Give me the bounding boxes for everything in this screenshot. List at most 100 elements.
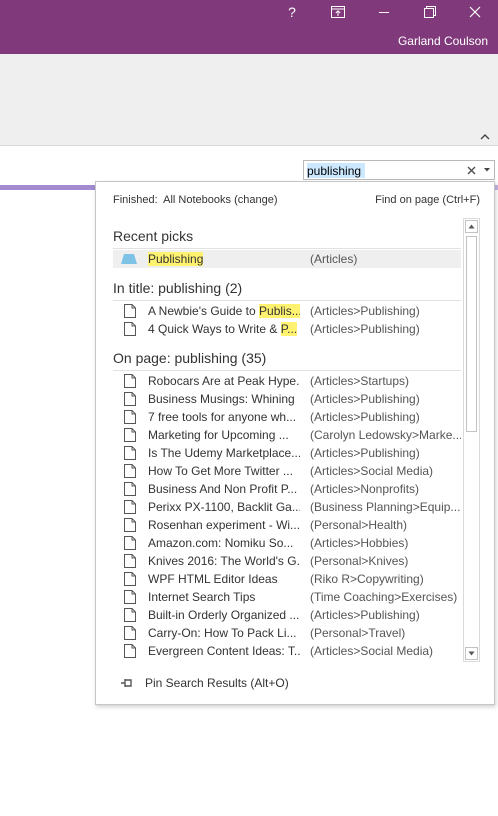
list-item[interactable]: Built-in Orderly Organized ... (Articles>… <box>113 606 461 624</box>
chevron-up-icon <box>468 224 475 229</box>
pin-search-results-button[interactable]: Pin Search Results (Alt+O) <box>120 676 289 690</box>
search-hit-highlight: P... <box>280 322 298 336</box>
result-title: 7 free tools for anyone wh... <box>148 410 297 424</box>
page-icon <box>124 428 136 442</box>
result-title: 4 Quick Ways to Write & P... <box>148 322 300 336</box>
scope-change-link[interactable]: All Notebooks (change) <box>163 194 277 206</box>
result-location: (Time Coaching>Exercises) <box>310 590 458 604</box>
section-icon <box>121 254 137 264</box>
chevron-up-icon <box>480 134 490 140</box>
result-title: Publishing <box>148 252 204 266</box>
minimize-icon <box>379 12 389 13</box>
list-item[interactable]: How To Get More Twitter ... (Articles>Soc… <box>113 462 461 480</box>
find-on-page-link[interactable]: Find on page (Ctrl+F) <box>375 194 480 206</box>
divider <box>113 248 461 249</box>
list-item[interactable]: Rosenhan experiment - Wi... (Personal>Hea… <box>113 516 461 534</box>
list-item[interactable]: A Newbie's Guide to Publis... (Articles>P… <box>113 302 461 320</box>
result-title: A Newbie's Guide to Publis... <box>148 304 300 318</box>
search-input[interactable] <box>307 163 467 178</box>
recent-picks-heading: Recent picks <box>113 228 194 244</box>
ribbon <box>0 54 498 146</box>
list-item[interactable]: Is The Udemy Marketplace... (Articles>Pub… <box>113 444 461 462</box>
result-title: Evergreen Content Ideas: T... <box>148 644 300 658</box>
list-item[interactable]: WPF HTML Editor Ideas (Riko R>Copywriting… <box>113 570 461 588</box>
page-icon <box>124 572 136 586</box>
in-title-heading: In title: publishing (2) <box>113 280 243 296</box>
result-location: (Articles>Publishing) <box>310 304 420 318</box>
minimize-button[interactable] <box>361 0 407 24</box>
list-item[interactable]: Carry-On: How To Pack Li... (Personal>Tra… <box>113 624 461 642</box>
result-title: How To Get More Twitter ... <box>148 464 293 478</box>
chevron-down-icon <box>468 651 475 656</box>
list-item[interactable]: Business Musings: Whining (Articles>Publi… <box>113 390 461 408</box>
search-box[interactable] <box>303 160 495 180</box>
list-item[interactable]: Marketing for Upcoming ... (Carolyn Ledow… <box>113 426 461 444</box>
result-location: (Articles>Social Media) <box>310 464 434 478</box>
result-title-text: 4 Quick Ways to Write & <box>148 322 281 336</box>
page-icon <box>124 410 136 424</box>
search-results-panel: Finished: All Notebooks (change) Find on… <box>95 181 495 705</box>
divider <box>113 370 461 371</box>
result-location: (Articles>Nonprofits) <box>310 482 420 496</box>
page-icon <box>124 626 136 640</box>
title-bar: ? Garland Coulson <box>0 0 498 54</box>
clear-search-button[interactable] <box>465 164 477 176</box>
page-icon <box>124 518 136 532</box>
list-item[interactable]: Robocars Are at Peak Hype... (Articles>St… <box>113 372 461 390</box>
page-icon <box>124 464 136 478</box>
list-item[interactable]: Evergreen Content Ideas: T... (Articles>S… <box>113 642 461 660</box>
scroll-down-button[interactable] <box>465 647 478 660</box>
result-title: Marketing for Upcoming ... <box>148 428 289 442</box>
result-location: (Articles>Publishing) <box>310 608 420 622</box>
list-item[interactable]: Amazon.com: Nomiku So... (Articles>Hobbie… <box>113 534 461 552</box>
result-title: Internet Search Tips <box>148 590 256 604</box>
close-icon <box>469 6 481 18</box>
result-title: Business And Non Profit P... <box>148 482 298 496</box>
restore-button[interactable] <box>407 0 453 24</box>
page-icon <box>124 554 136 568</box>
result-title: WPF HTML Editor Ideas <box>148 572 278 586</box>
page-icon <box>124 322 136 336</box>
user-name[interactable]: Garland Coulson <box>398 34 488 48</box>
page-icon <box>124 590 136 604</box>
result-location: (Personal>Knives) <box>310 554 409 568</box>
scrollbar-thumb[interactable] <box>466 236 477 432</box>
chevron-down-icon[interactable] <box>483 167 491 173</box>
result-title: Built-in Orderly Organized ... <box>148 608 300 622</box>
result-title: Robocars Are at Peak Hype... <box>148 374 300 388</box>
results-scrollbar[interactable] <box>463 218 480 662</box>
result-location: (Personal>Travel) <box>310 626 406 640</box>
search-hit-highlight: Publis... <box>259 304 300 318</box>
list-item[interactable]: Internet Search Tips (Time Coaching>Exerc… <box>113 588 461 606</box>
close-button[interactable] <box>452 0 498 24</box>
list-item[interactable]: 7 free tools for anyone wh... (Articles>P… <box>113 408 461 426</box>
result-location: (Carolyn Ledowsky>Marke... <box>310 428 461 442</box>
list-item[interactable]: Publishing (Articles) <box>113 250 461 268</box>
result-title: Business Musings: Whining <box>148 392 295 406</box>
divider <box>113 300 461 301</box>
result-location: (Articles>Hobbies) <box>310 536 409 550</box>
help-button[interactable]: ? <box>269 0 315 24</box>
pin-label: Pin Search Results (Alt+O) <box>145 676 289 690</box>
page-icon <box>124 644 136 658</box>
result-location: (Riko R>Copywriting) <box>310 572 424 586</box>
page-icon <box>124 500 136 514</box>
result-location: (Articles>Publishing) <box>310 392 420 406</box>
result-title: Is The Udemy Marketplace... <box>148 446 300 460</box>
restore-icon <box>424 6 436 18</box>
result-location: (Business Planning>Equip... <box>310 500 461 514</box>
list-item[interactable]: Business And Non Profit P... (Articles>No… <box>113 480 461 498</box>
collapse-ribbon-button[interactable] <box>478 131 492 143</box>
result-location: (Articles>Startups) <box>310 374 410 388</box>
page-icon <box>124 608 136 622</box>
search-status: Finished: All Notebooks (change) <box>113 194 278 206</box>
scroll-up-button[interactable] <box>465 220 478 233</box>
list-item[interactable]: Perixx PX-1100, Backlit Ga... (Business P… <box>113 498 461 516</box>
list-item[interactable]: Knives 2016: The World's G... (Personal>K… <box>113 552 461 570</box>
result-location: (Articles>Publishing) <box>310 446 420 460</box>
page-icon <box>124 536 136 550</box>
result-location: (Articles>Publishing) <box>310 410 420 424</box>
page-icon <box>124 446 136 460</box>
fullscreen-button[interactable] <box>315 0 361 24</box>
list-item[interactable]: 4 Quick Ways to Write & P... (Articles>Pu… <box>113 320 461 338</box>
